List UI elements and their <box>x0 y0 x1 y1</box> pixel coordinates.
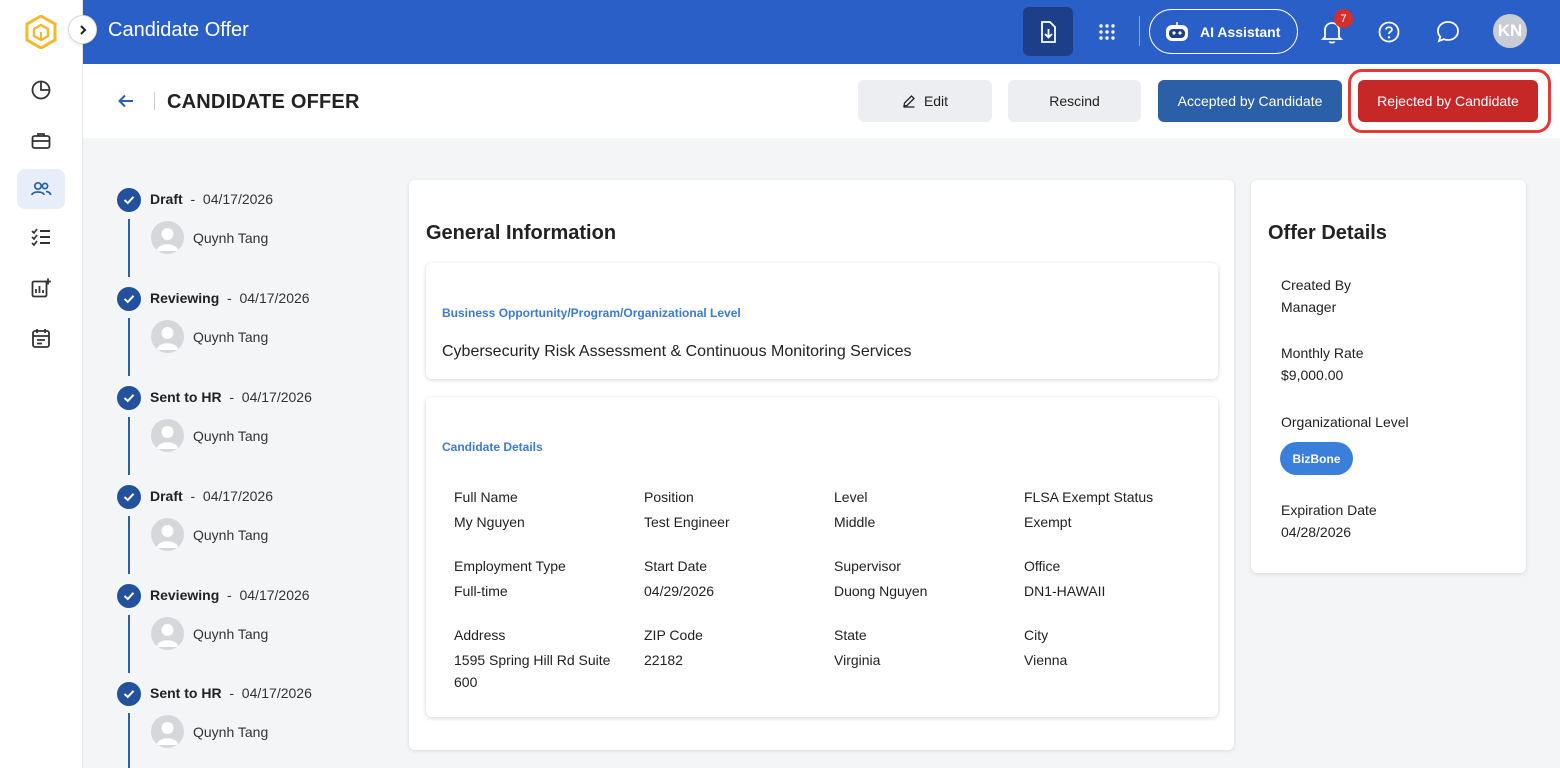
field-level: Level Middle <box>834 489 876 530</box>
check-icon <box>117 287 141 311</box>
apps-grid-button[interactable] <box>1093 18 1121 46</box>
edit-button[interactable]: Edit <box>858 80 992 122</box>
candidate-details-card: Candidate Details Full Name My Nguyen Pos… <box>426 397 1218 717</box>
timeline-entry: Sent to HR - 04/17/2026 Quynh Tang <box>117 682 397 768</box>
avatar <box>151 419 184 452</box>
avatar <box>151 320 184 353</box>
field-created-by: Created By Manager <box>1281 277 1352 315</box>
timeline-status: Draft - 04/17/2026 <box>150 191 273 207</box>
help-icon[interactable] <box>1376 19 1402 45</box>
candidates-icon[interactable] <box>17 169 65 209</box>
field-flsa-status: FLSA Exempt Status Exempt <box>1024 489 1154 530</box>
expand-sidebar-button[interactable] <box>68 15 97 44</box>
field-expiration-date: Expiration Date 04/28/2026 <box>1281 502 1377 540</box>
left-nav-rail <box>0 0 83 768</box>
field-supervisor: Supervisor Duong Nguyen <box>834 558 928 599</box>
timeline-entry: Reviewing - 04/17/2026 Quynh Tang <box>117 584 397 683</box>
reports-icon[interactable] <box>17 268 65 308</box>
avatar <box>151 518 184 551</box>
org-level-chip: BizBone <box>1280 442 1353 475</box>
timeline-connector <box>128 615 130 673</box>
check-icon <box>117 682 141 706</box>
grid-icon <box>1099 24 1115 40</box>
field-office: Office DN1-HAWAII <box>1024 558 1106 599</box>
robot-icon <box>1166 21 1188 41</box>
header-divider <box>154 92 155 110</box>
ai-assistant-button[interactable]: AI Assistant <box>1149 9 1298 54</box>
timeline-status: Sent to HR - 04/17/2026 <box>150 685 312 701</box>
timeline-user: Quynh Tang <box>193 329 269 345</box>
timeline-entry: Draft - 04/17/2026 Quynh Tang <box>117 485 397 584</box>
rejected-by-candidate-button[interactable]: Rejected by Candidate <box>1358 80 1538 122</box>
general-information-card: General Information Business Opportunity… <box>409 180 1234 750</box>
timeline-user: Quynh Tang <box>193 724 269 740</box>
ai-assistant-label: AI Assistant <box>1200 23 1281 40</box>
checklist-icon[interactable] <box>17 217 65 257</box>
timeline-entry: Draft - 04/17/2026 Quynh Tang <box>117 188 397 287</box>
chevron-right-icon <box>79 24 86 35</box>
status-timeline: Draft - 04/17/2026 Quynh Tang Reviewing … <box>83 138 393 768</box>
timeline-user: Quynh Tang <box>193 626 269 642</box>
field-monthly-rate: Monthly Rate $9,000.00 <box>1281 345 1364 383</box>
field-position: Position Test Engineer <box>644 489 730 530</box>
general-information-title: General Information <box>426 222 617 244</box>
timeline-user: Quynh Tang <box>193 527 269 543</box>
top-bar: Candidate Offer AI Assistant 7 KN <box>83 0 1560 64</box>
timeline-entry: Reviewing - 04/17/2026 Quynh Tang <box>117 287 397 386</box>
timeline-connector <box>128 318 130 376</box>
field-full-name: Full Name My Nguyen <box>454 489 525 530</box>
offer-details-title: Offer Details <box>1268 222 1387 244</box>
check-icon <box>117 386 141 410</box>
opportunity-card: Business Opportunity/Program/Organizatio… <box>426 263 1218 379</box>
back-arrow-icon[interactable] <box>115 90 137 112</box>
download-icon <box>1041 20 1056 43</box>
timeline-connector <box>128 219 130 277</box>
timeline-entry: Sent to HR - 04/17/2026 Quynh Tang <box>117 386 397 485</box>
app-title: Candidate Offer <box>108 19 249 41</box>
avatar <box>151 617 184 650</box>
field-organizational-level: Organizational Level <box>1281 414 1409 430</box>
timeline-user: Quynh Tang <box>193 428 269 444</box>
timeline-status: Draft - 04/17/2026 <box>150 488 273 504</box>
page-title: CANDIDATE OFFER <box>167 91 360 113</box>
accepted-by-candidate-button[interactable]: Accepted by Candidate <box>1158 80 1342 122</box>
toolbar-divider <box>1139 16 1140 46</box>
timeline-status: Sent to HR - 04/17/2026 <box>150 389 312 405</box>
avatar <box>151 715 184 748</box>
timeline-connector <box>128 516 130 574</box>
briefcase-icon[interactable] <box>17 121 65 161</box>
app-logo[interactable] <box>25 15 57 49</box>
timeline-user: Quynh Tang <box>193 230 269 246</box>
timeline-connector <box>128 713 130 768</box>
timeline-status: Reviewing - 04/17/2026 <box>150 587 310 603</box>
pencil-icon <box>903 95 915 108</box>
timeline-connector <box>128 417 130 475</box>
check-icon <box>117 584 141 608</box>
opportunity-value: Cybersecurity Risk Assessment & Continuo… <box>442 343 912 360</box>
timeline-status: Reviewing - 04/17/2026 <box>150 290 310 306</box>
notification-badge: 7 <box>1334 9 1353 28</box>
dashboard-icon[interactable] <box>17 70 65 110</box>
field-address: Address 1595 Spring Hill Rd Suite 600 <box>454 627 611 690</box>
field-state: State Virginia <box>834 627 881 668</box>
calendar-icon[interactable] <box>17 318 65 358</box>
chat-icon[interactable] <box>1434 18 1462 46</box>
check-icon <box>117 188 141 212</box>
opportunity-label: Business Opportunity/Program/Organizatio… <box>442 306 741 320</box>
field-start-date: Start Date 04/29/2026 <box>644 558 715 599</box>
field-city: City Vienna <box>1024 627 1068 668</box>
candidate-details-label: Candidate Details <box>442 440 543 454</box>
page-header: CANDIDATE OFFER Edit Rescind Accepted by… <box>83 64 1560 138</box>
avatar <box>151 221 184 254</box>
download-button[interactable] <box>1023 7 1073 56</box>
field-zip-code: ZIP Code 22182 <box>644 627 703 668</box>
field-employment-type: Employment Type Full-time <box>454 558 566 599</box>
offer-details-card: Offer Details Created By Manager Monthly … <box>1251 180 1526 573</box>
edit-label: Edit <box>923 93 949 109</box>
user-avatar[interactable]: KN <box>1493 14 1527 48</box>
rescind-button[interactable]: Rescind <box>1008 80 1141 122</box>
check-icon <box>117 485 141 509</box>
